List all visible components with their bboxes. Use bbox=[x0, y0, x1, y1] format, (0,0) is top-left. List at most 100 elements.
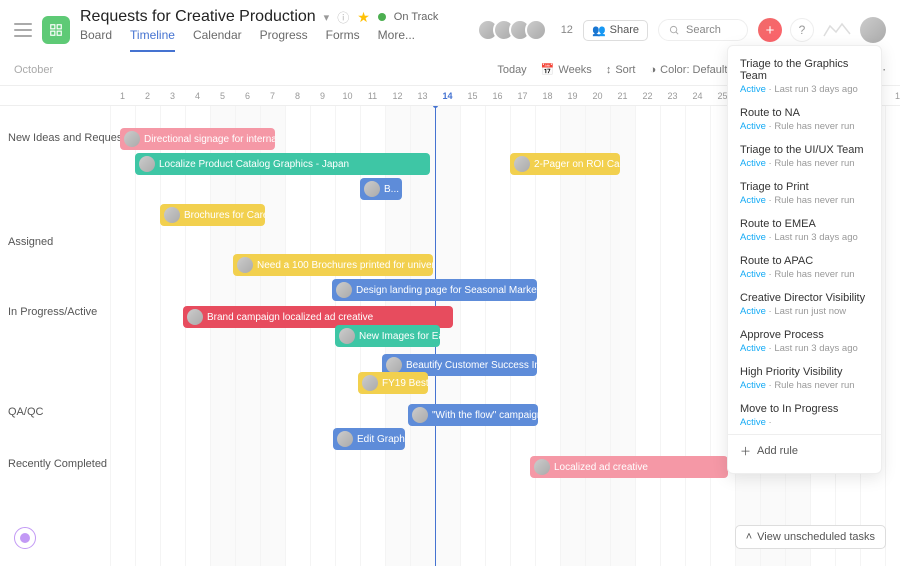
rule-meta: Active · Last run 3 days ago bbox=[740, 232, 869, 243]
date-cell: 12 bbox=[385, 91, 410, 101]
info-icon[interactable]: ⓘ bbox=[337, 9, 349, 26]
tab-forms[interactable]: Forms bbox=[326, 28, 360, 52]
rule-meta: Active · Last run 3 days ago bbox=[740, 343, 869, 354]
task-bar[interactable]: New Images for Each Regional Office bbox=[335, 325, 440, 347]
rule-meta: Active · bbox=[740, 417, 869, 428]
month-label: October bbox=[14, 64, 53, 76]
help-icon[interactable]: ? bbox=[790, 18, 814, 42]
section-label[interactable]: Recently Completed bbox=[8, 458, 107, 470]
task-label: B... bbox=[384, 184, 399, 195]
task-label: Need a 100 Brochures printed for univers… bbox=[257, 260, 433, 271]
rule-item[interactable]: Route to NAActive · Rule has never run bbox=[728, 101, 881, 138]
rule-name: High Priority Visibility bbox=[740, 366, 869, 378]
date-cell: 21 bbox=[610, 91, 635, 101]
rule-name: Route to APAC bbox=[740, 255, 869, 267]
task-bar[interactable]: Directional signage for internal events bbox=[120, 128, 275, 150]
section-label[interactable]: Assigned bbox=[8, 236, 53, 248]
rule-item[interactable]: Creative Director VisibilityActive · Las… bbox=[728, 286, 881, 323]
rule-name: Route to NA bbox=[740, 107, 869, 119]
add-button[interactable]: + bbox=[758, 18, 782, 42]
task-label: Brand campaign localized ad creative bbox=[207, 312, 373, 323]
task-label: Beautify Customer Success Infographic bbox=[406, 360, 537, 371]
status-text[interactable]: On Track bbox=[394, 11, 439, 23]
title-area: Requests for Creative Production ▾ ⓘ ★ O… bbox=[80, 8, 438, 52]
task-label: Localize Product Catalog Graphics - Japa… bbox=[159, 159, 349, 170]
date-cell: 23 bbox=[660, 91, 685, 101]
rule-meta: Active · Last run just now bbox=[740, 306, 869, 317]
star-icon[interactable]: ★ bbox=[357, 9, 370, 26]
member-stack[interactable] bbox=[483, 19, 547, 41]
date-cell: 3 bbox=[160, 91, 185, 101]
rule-name: Triage to the UI/UX Team bbox=[740, 144, 869, 156]
tab-timeline[interactable]: Timeline bbox=[130, 28, 175, 52]
date-cell: 18 bbox=[535, 91, 560, 101]
rules-dropdown: Triage to the Graphics Team Active · Last… bbox=[727, 45, 882, 474]
rule-item[interactable]: Route to EMEAActive · Last run 3 days ag… bbox=[728, 212, 881, 249]
rule-item[interactable]: Triage to the UI/UX Team Active · Rule ha… bbox=[728, 138, 881, 175]
date-cell: 14 bbox=[435, 91, 460, 101]
task-label: Localized ad creative bbox=[554, 462, 648, 473]
date-cell: 10 bbox=[335, 91, 360, 101]
today-button[interactable]: Today bbox=[497, 64, 526, 76]
tab-calendar[interactable]: Calendar bbox=[193, 28, 242, 52]
rule-meta: Active · Rule has never run bbox=[740, 269, 869, 280]
task-bar[interactable]: Edit Graph... 1 bbox=[333, 428, 405, 450]
task-bar[interactable]: Design landing page for Seasonal Marketi… bbox=[332, 279, 537, 301]
section-label[interactable]: New Ideas and Requests bbox=[8, 132, 131, 144]
rule-item[interactable]: Route to APAC Active · Rule has never run bbox=[728, 249, 881, 286]
rule-meta: Active · Rule has never run bbox=[740, 158, 869, 169]
date-cell: 2 bbox=[135, 91, 160, 101]
date-cell: 17 bbox=[510, 91, 535, 101]
view-unscheduled-button[interactable]: ˄ View unscheduled tasks bbox=[735, 525, 886, 549]
date-cell: 9 bbox=[310, 91, 335, 101]
user-avatar[interactable] bbox=[860, 17, 886, 43]
rule-item[interactable]: Triage to the Graphics TeamActive · Last… bbox=[728, 52, 881, 101]
rule-item[interactable]: Approve ProcessActive · Last run 3 days … bbox=[728, 323, 881, 360]
task-label: 2-Pager on ROI Case Study bbox=[534, 159, 620, 170]
tab-board[interactable]: Board bbox=[80, 28, 112, 52]
search-input[interactable]: Search bbox=[658, 19, 748, 41]
rule-name: Move to In Progress bbox=[740, 403, 869, 415]
share-button[interactable]: 👥Share bbox=[583, 20, 648, 41]
date-cell: 6 bbox=[235, 91, 260, 101]
date-cell: 19 bbox=[560, 91, 585, 101]
project-icon[interactable] bbox=[42, 16, 70, 44]
task-bar[interactable]: B... bbox=[360, 178, 402, 200]
rule-name: Triage to Print bbox=[740, 181, 869, 193]
rule-item[interactable]: Move to In Progress Active · bbox=[728, 397, 881, 434]
tab-more...[interactable]: More... bbox=[378, 28, 415, 52]
color-button[interactable]: ◑ Color: Default bbox=[650, 64, 728, 76]
menu-icon[interactable] bbox=[14, 23, 32, 37]
section-label[interactable]: QA/QC bbox=[8, 406, 43, 418]
add-rule-button[interactable]: ＋Add rule bbox=[728, 434, 881, 467]
project-title[interactable]: Requests for Creative Production bbox=[80, 8, 316, 26]
task-bar[interactable]: FY19 Best Of Infographic bbox=[358, 372, 428, 394]
task-bar[interactable]: 2-Pager on ROI Case Study bbox=[510, 153, 620, 175]
task-bar[interactable]: Need a 100 Brochures printed for univers… bbox=[233, 254, 433, 276]
task-bar[interactable]: Brochures for Career Fair bbox=[160, 204, 265, 226]
chevron-down-icon[interactable]: ▾ bbox=[324, 11, 330, 24]
task-bar[interactable]: "With the flow" campaign assets bbox=[408, 404, 538, 426]
date-cell: 4 bbox=[185, 91, 210, 101]
section-label[interactable]: In Progress/Active bbox=[8, 306, 97, 318]
tab-progress[interactable]: Progress bbox=[260, 28, 308, 52]
task-bar[interactable]: Localize Product Catalog Graphics - Japa… bbox=[135, 153, 430, 175]
weeks-button[interactable]: 📅 Weeks bbox=[541, 63, 592, 76]
status-dot bbox=[378, 13, 386, 21]
upgrade-icon[interactable] bbox=[822, 20, 852, 40]
date-cell: 15 bbox=[460, 91, 485, 101]
record-icon[interactable] bbox=[14, 527, 36, 549]
task-label: Directional signage for internal events bbox=[144, 134, 275, 145]
task-bar[interactable]: Localized ad creative bbox=[530, 456, 728, 478]
date-cell: 20 bbox=[585, 91, 610, 101]
rule-item[interactable]: Triage to PrintActive · Rule has never r… bbox=[728, 175, 881, 212]
date-cell: 1 bbox=[885, 91, 900, 101]
task-label: Design landing page for Seasonal Marketi… bbox=[356, 285, 537, 296]
rule-item[interactable]: High Priority VisibilityActive · Rule ha… bbox=[728, 360, 881, 397]
rule-name: Triage to the Graphics Team bbox=[740, 58, 869, 82]
date-cell: 16 bbox=[485, 91, 510, 101]
date-cell: 7 bbox=[260, 91, 285, 101]
chevron-up-icon: ˄ bbox=[746, 531, 752, 543]
sort-button[interactable]: ↕ Sort bbox=[606, 64, 636, 76]
date-cell: 5 bbox=[210, 91, 235, 101]
